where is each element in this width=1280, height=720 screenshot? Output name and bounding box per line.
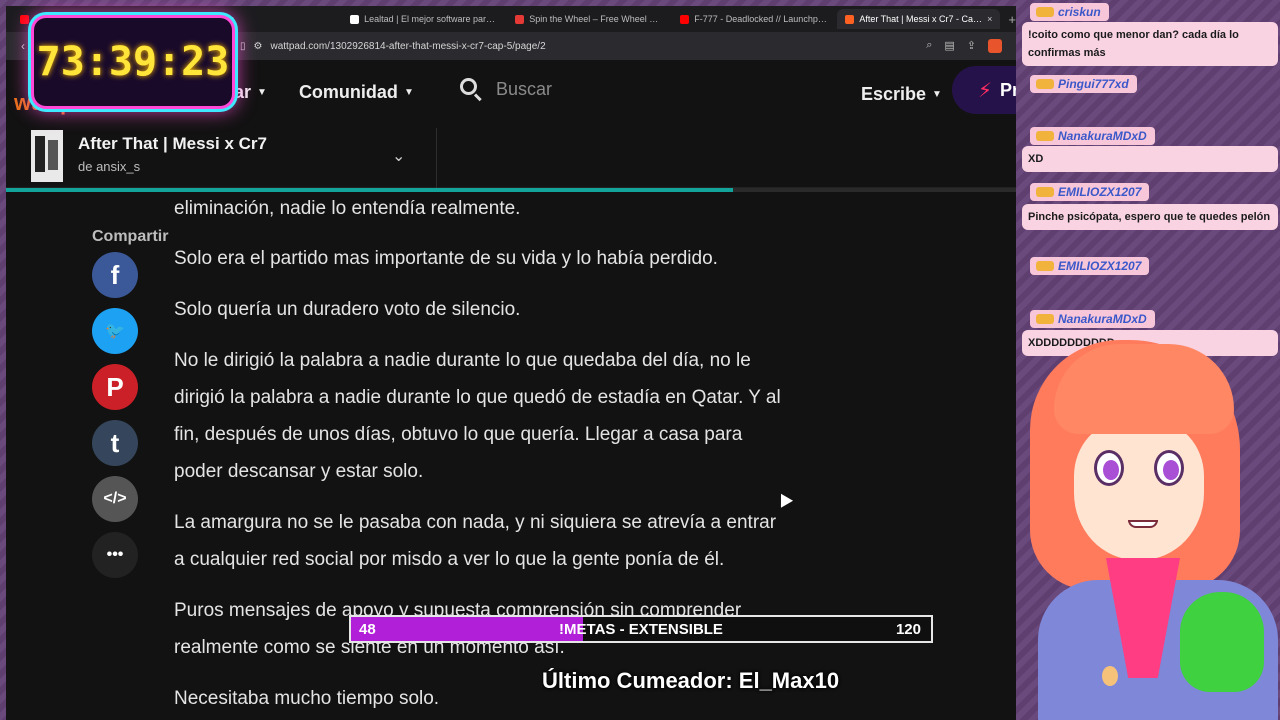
youtube-icon (680, 14, 690, 24)
bookmark-icon[interactable]: ▯ (240, 41, 246, 52)
chat-username: NanakuraMDxD (1030, 310, 1155, 328)
chat-username: EMILIOZX1207 (1030, 183, 1150, 201)
goal-title: !METAS - EXTENSIBLE (559, 621, 723, 638)
caret-down-icon: ▼ (403, 87, 414, 98)
caret-down-icon: ▼ (257, 87, 267, 98)
goal-target: 120 (895, 621, 921, 638)
story-bar: After That | Messi x Cr7 de ansix_s ⌄ (6, 128, 1016, 192)
search (460, 78, 696, 102)
story-author[interactable]: de ansix_s (78, 159, 140, 174)
chat-username-text: NanakuraMDxD (1058, 129, 1147, 143)
chat-username: Pingui777xd (1030, 75, 1137, 93)
write-label: Escribe (861, 84, 927, 104)
lightning-icon: ⚡ (978, 79, 993, 102)
story-paragraph: La amargura no se le pasaba con nada, y … (174, 512, 777, 570)
badge-icon (1036, 261, 1054, 271)
chat-username-text: NanakuraMDxD (1058, 312, 1147, 326)
twitter-share-icon[interactable]: 🐦 (92, 308, 138, 354)
address-actions: ⌕ ▤ ⇪ (926, 39, 1002, 53)
nav-community-label: Comunidad (298, 82, 398, 102)
new-tab-icon[interactable]: + (1002, 12, 1016, 27)
frog-plush (1180, 592, 1264, 692)
wheel-icon (515, 14, 525, 24)
last-donor-text: Último Cumeador: El_Max10 (542, 668, 840, 693)
write-button[interactable]: Escribe ▼ (861, 84, 942, 105)
more-share-icon[interactable]: ••• (92, 532, 138, 578)
chat-username-text: Pingui777xd (1058, 77, 1129, 91)
tab-label: F-777 - Deadlocked // Launchpad Co (694, 14, 828, 24)
chat-message: Pinche psicópata, espero que te quedes p… (1022, 204, 1278, 230)
badge-icon (1036, 7, 1054, 17)
goal-bar: 48 !METAS - EXTENSIBLE 120 (349, 615, 933, 643)
badge-icon (1036, 79, 1054, 89)
embed-share-icon[interactable]: </> (92, 476, 138, 522)
tumblr-share-icon[interactable]: t (92, 420, 138, 466)
back-icon[interactable]: ‹ (16, 39, 30, 53)
tab-label: Spin the Wheel – Free Wheel Spinne (529, 14, 663, 24)
chat-username-text: EMILIOZX1207 (1058, 259, 1142, 273)
close-tab-icon[interactable]: × (987, 14, 992, 24)
story-text: Solo era el partido mas importante de su… (174, 240, 784, 720)
site-info-icon[interactable]: ⚙ (254, 41, 263, 52)
story-cover[interactable] (31, 130, 63, 182)
tab-label: Lealtad | El mejor software para pote (364, 14, 498, 24)
chevron-down-icon[interactable]: ⌄ (392, 146, 405, 166)
zoom-icon[interactable]: ⌕ (926, 39, 932, 53)
chat-username: NanakuraMDxD (1030, 127, 1155, 145)
premium-label: Pr (1000, 79, 1016, 100)
browser-window: Mujer casos de la vida... - YouTubeYouTu… (6, 6, 1016, 720)
badge-icon (1036, 131, 1054, 141)
premium-button[interactable]: ⚡ Pr (952, 66, 1016, 114)
share-page-icon[interactable]: ⇪ (967, 39, 976, 53)
badge-icon (1036, 187, 1054, 197)
story-paragraph: Solo quería un duradero voto de silencio… (174, 299, 521, 320)
tab-label: After That | Messi x Cr7 - Cap. 5 (859, 14, 983, 24)
vtuber-avatar (1010, 330, 1280, 720)
wattpad-icon (845, 14, 855, 24)
stream-timer: 73:39:23 (34, 18, 232, 106)
pinterest-share-icon[interactable]: P (92, 364, 138, 410)
brave-shield-icon[interactable] (988, 39, 1002, 53)
url-field[interactable]: ▯ ⚙ wattpad.com/1302926814-after-that-me… (240, 41, 916, 52)
share-label: Compartir (92, 228, 169, 245)
chat-username: EMILIOZX1207 (1030, 257, 1150, 275)
reader-icon[interactable]: ▤ (944, 39, 954, 53)
youtube-icon (20, 14, 29, 24)
story-paragraph: Solo era el partido mas importante de su… (174, 248, 718, 269)
story-paragraph: eliminación, nadie lo entendía realmente… (174, 198, 521, 219)
shield-icon (350, 14, 360, 24)
caret-down-icon: ▼ (932, 89, 942, 100)
search-icon[interactable] (460, 78, 482, 102)
browser-tab[interactable]: Lealtad | El mejor software para pote (342, 9, 505, 29)
badge-icon (1036, 314, 1054, 324)
browser-tab[interactable]: After That | Messi x Cr7 - Cap. 5 × (837, 9, 1001, 29)
story-paragraph: No le dirigió la palabra a nadie durante… (174, 350, 781, 482)
chat-username-text: criskun (1058, 5, 1101, 19)
divider (436, 128, 437, 188)
browser-tab[interactable]: Spin the Wheel – Free Wheel Spinne (507, 9, 670, 29)
chat-message: XD (1022, 146, 1278, 172)
chat-username-text: EMILIOZX1207 (1058, 185, 1142, 199)
facebook-share-icon[interactable]: f (92, 252, 138, 298)
chat-username: criskun (1030, 3, 1109, 21)
nav-community[interactable]: Comunidad ▼ (299, 82, 414, 103)
search-input[interactable] (496, 78, 696, 100)
story-title[interactable]: After That | Messi x Cr7 (78, 134, 267, 154)
chat-message: !coito como que menor dan? cada día lo c… (1022, 22, 1278, 66)
url-text: wattpad.com/1302926814-after-that-messi-… (270, 40, 546, 52)
browser-tab[interactable]: F-777 - Deadlocked // Launchpad Co (672, 9, 835, 29)
